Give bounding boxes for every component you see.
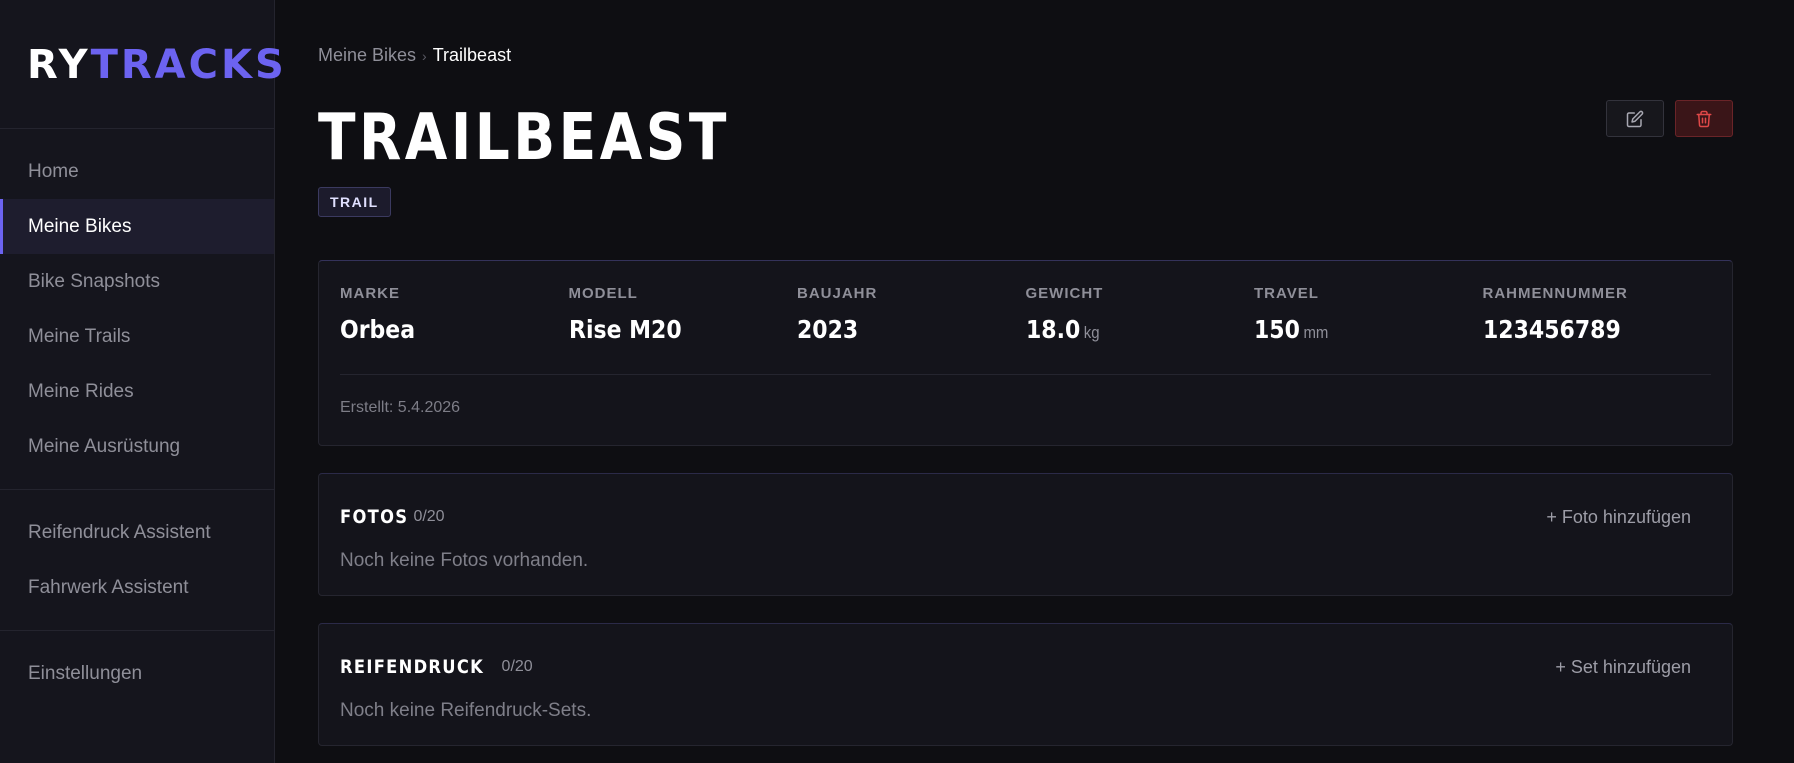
info-value: Orbea [340,315,416,344]
sidebar-item-home[interactable]: Home [0,144,274,199]
logo[interactable]: RYTRACKS [0,0,284,129]
sidebar-item-meine-ausruestung[interactable]: Meine Ausrüstung [0,419,274,474]
fotos-section: FOTOS 0/20 + Foto hinzufügen Noch keine … [318,473,1733,596]
delete-button[interactable] [1675,100,1733,137]
info-value: Rise M20 [568,315,682,344]
info-gewicht: GEWICHT 18.0 kg [1026,284,1255,349]
sidebar-item-meine-rides[interactable]: Meine Rides [0,364,274,419]
reifendruck-header: REIFENDRUCK 0/20 + Set hinzufügen [319,624,1732,682]
section-title: REIFENDRUCK [340,656,485,678]
info-unit: mm [1303,323,1329,342]
info-modell: MODELL Rise M20 [569,284,798,349]
info-label: RAHMENNUMMER [1482,285,1628,302]
bike-info-grid: MARKE Orbea MODELL Rise M20 BAUJAHR 2023… [319,261,1732,349]
info-value-with-unit: 18.0 kg [1026,314,1227,349]
nav-group-assistants: Reifendruck Assistent Fahrwerk Assistent [0,490,274,631]
info-label: BAUJAHR [797,285,878,302]
section-count: 0/20 [501,658,533,675]
reifendruck-section: REIFENDRUCK 0/20 + Set hinzufügen Noch k… [318,623,1733,746]
info-value: 123456789 [1482,315,1621,344]
info-travel: TRAVEL 150 mm [1254,284,1483,349]
edit-button[interactable] [1606,100,1664,137]
trash-icon [1696,110,1712,127]
sidebar-item-meine-trails[interactable]: Meine Trails [0,309,274,364]
category-badge: TRAIL [318,187,391,217]
breadcrumb-parent-link[interactable]: Meine Bikes [318,45,416,65]
info-rahmennummer: RAHMENNUMMER 123456789 [1483,284,1712,349]
info-label: GEWICHT [1025,285,1104,302]
add-set-button[interactable]: + Set hinzufügen [1555,657,1691,678]
logo-part-tracks: TRACKS [90,42,287,88]
nav-group-main: Home Meine Bikes Bike Snapshots Meine Tr… [0,129,274,490]
sidebar-item-meine-bikes[interactable]: Meine Bikes [0,199,274,254]
sidebar-item-fahrwerk-assistent[interactable]: Fahrwerk Assistent [0,560,274,615]
header-actions [1606,100,1733,137]
section-count: 0/20 [413,508,445,525]
logo-part-ry: RY [27,42,91,88]
breadcrumb: Meine Bikes › Trailbeast [318,45,511,66]
empty-state-text: Noch keine Reifendruck-Sets. [340,700,592,721]
sidebar-item-bike-snapshots[interactable]: Bike Snapshots [0,254,274,309]
info-value: 150 [1254,315,1300,344]
info-baujahr: BAUJAHR 2023 [797,284,1026,349]
sidebar-item-einstellungen[interactable]: Einstellungen [0,646,274,701]
sidebar: RYTRACKS Home Meine Bikes Bike Snapshots… [0,0,284,763]
bike-info-card: MARKE Orbea MODELL Rise M20 BAUJAHR 2023… [318,260,1733,446]
info-marke: MARKE Orbea [340,284,569,349]
app-root: RYTRACKS Home Meine Bikes Bike Snapshots… [0,0,1794,763]
created-date: Erstellt: 5.4.2026 [340,399,461,416]
fotos-header: FOTOS 0/20 + Foto hinzufügen [319,474,1732,532]
info-value: 2023 [797,315,859,344]
info-label: TRAVEL [1254,285,1319,302]
empty-state-text: Noch keine Fotos vorhanden. [340,550,589,571]
section-title: FOTOS [340,506,409,528]
edit-icon [1626,110,1644,127]
sidebar-item-reifendruck-assistent[interactable]: Reifendruck Assistent [0,505,274,560]
breadcrumb-current: Trailbeast [432,45,512,65]
page-title: TRAILBEAST [318,101,730,175]
info-unit: kg [1083,323,1100,342]
breadcrumb-separator: › [422,48,427,64]
info-label: MARKE [340,285,400,302]
info-label: MODELL [568,285,638,302]
info-value-with-unit: 150 mm [1254,314,1455,349]
add-foto-button[interactable]: + Foto hinzufügen [1546,507,1691,528]
info-value: 18.0 [1025,315,1080,344]
nav-group-settings: Einstellungen [0,631,274,716]
main-content: Meine Bikes › Trailbeast TRAILBEAST TRAIL [275,0,1794,763]
